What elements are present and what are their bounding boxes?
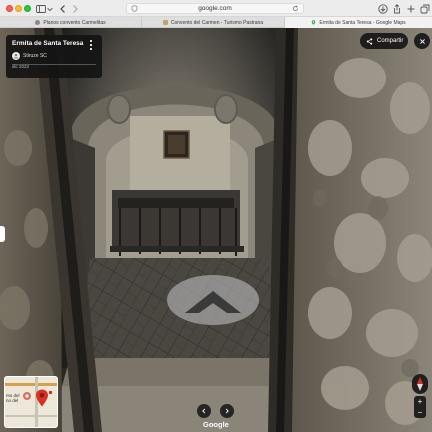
capture-date: dic 2022 (12, 64, 30, 69)
globe-icon (35, 20, 41, 25)
photo-author[interactable]: Stiruze SC (12, 52, 47, 60)
maps-pin-icon (312, 20, 316, 25)
zoom-window-button[interactable] (24, 5, 31, 12)
map-road (5, 415, 57, 417)
user-icon (13, 53, 19, 59)
map-road (5, 383, 57, 386)
share-icon[interactable] (390, 2, 403, 15)
privacy-shield-icon (131, 5, 138, 12)
share-label: Compartir (377, 38, 404, 44)
chevron-left-icon (202, 408, 206, 414)
download-icon[interactable] (376, 2, 389, 15)
author-name: Stiruze SC (23, 53, 47, 59)
place-title: Ermita de Santa Teresa (12, 40, 84, 47)
forward-icon[interactable] (68, 2, 81, 15)
minimize-window-button[interactable] (15, 5, 22, 12)
zoom-controls: + − (414, 396, 426, 418)
compass[interactable] (412, 374, 428, 394)
zoom-out-button[interactable]: − (418, 408, 423, 417)
tab-google-maps[interactable]: Ermita de Santa Teresa - Google Maps (285, 17, 432, 28)
address-bar[interactable]: google.com (126, 3, 304, 14)
street-view-panorama[interactable] (0, 28, 432, 432)
chevron-down-icon[interactable] (46, 2, 54, 15)
close-icon (419, 38, 425, 44)
zoom-in-button[interactable]: + (418, 397, 423, 406)
tab-convento[interactable]: Convento del Carmen - Turismo Pastrana (142, 17, 285, 28)
site-favicon-icon (162, 20, 168, 25)
tab-label: Planos convento Carmelitas (43, 19, 106, 26)
previous-photo-button[interactable] (197, 404, 211, 418)
tab-planos[interactable]: Planos convento Carmelitas (0, 17, 142, 28)
browser-toolbar: google.com (0, 0, 432, 17)
place-info-card: Ermita de Santa Teresa Stiruze SC (6, 35, 102, 78)
new-tab-icon[interactable] (404, 2, 417, 15)
panorama-image (0, 28, 432, 432)
share-nodes-icon (366, 37, 373, 45)
tab-label: Convento del Carmen - Turismo Pastrana (170, 19, 264, 26)
google-logo: Google (203, 420, 229, 429)
map-label: nto del no del (6, 393, 20, 403)
more-options-icon[interactable] (88, 40, 94, 50)
map-marker (49, 391, 52, 394)
location-pin-icon (36, 389, 48, 407)
reload-icon[interactable] (292, 5, 299, 12)
move-forward-arrow[interactable] (166, 274, 260, 326)
poi-icon (23, 392, 31, 400)
close-street-view-button[interactable] (414, 33, 430, 49)
tab-label: Ermita de Santa Teresa - Google Maps (319, 19, 406, 26)
share-button[interactable]: Compartir (360, 33, 408, 49)
tab-overview-icon[interactable] (418, 2, 431, 15)
collapse-panel-handle[interactable] (0, 226, 5, 242)
url-text: google.com (198, 5, 232, 12)
avatar (12, 52, 20, 60)
tab-bar: Planos convento Carmelitas Convento del … (0, 17, 432, 28)
chevron-right-icon (225, 408, 229, 414)
next-photo-button[interactable] (220, 404, 234, 418)
minimap[interactable]: nto del no del (4, 376, 58, 428)
close-window-button[interactable] (6, 5, 13, 12)
compass-needle-icon (417, 377, 423, 391)
